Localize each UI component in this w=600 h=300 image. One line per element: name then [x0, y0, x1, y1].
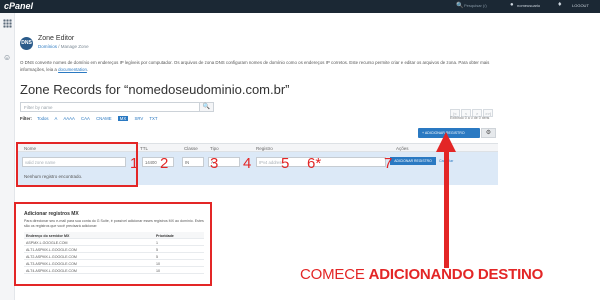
col-ttl: TTL — [140, 146, 149, 151]
documentation-link[interactable]: documentation — [58, 67, 87, 72]
col-actions: Ações — [396, 146, 409, 151]
filter-mx[interactable]: MX — [117, 116, 129, 121]
caption-prefix: COMECE — [300, 266, 369, 283]
breadcrumb: Domínios / Manage Zone — [38, 44, 89, 49]
col-record: Registro — [256, 146, 273, 151]
users-icon[interactable]: ☺ — [3, 53, 11, 62]
ttl-field[interactable]: 14400 — [142, 157, 174, 167]
page-description: O DNS converte nomes de domínio em ender… — [20, 60, 490, 72]
filter-cname[interactable]: CNAME — [96, 116, 112, 121]
save-record-button[interactable]: ADICIONAR REGISTRO — [390, 157, 436, 165]
type-filter: Filter: Todos A AAAA CAA CNAME MX SRV TX… — [20, 116, 162, 121]
filter-txt[interactable]: TXT — [149, 116, 157, 121]
annotation-number-6: 6* — [307, 155, 322, 172]
annotation-box-mx — [14, 202, 212, 286]
annotation-number-3: 3 — [210, 155, 219, 172]
breadcrumb-current: Manage Zone — [60, 44, 89, 49]
left-rail: ☺ — [0, 13, 15, 300]
filter-all[interactable]: Todos — [37, 116, 48, 121]
search-button[interactable]: 🔍 — [199, 102, 214, 112]
screenshot: cPanel 🔍 Pesquisar (/) ● nomeusuario ♦ L… — [0, 0, 600, 300]
filter-caa[interactable]: CAA — [81, 116, 90, 121]
grid-icon[interactable] — [3, 19, 12, 28]
breadcrumb-domains[interactable]: Domínios — [38, 44, 57, 49]
description-text: O DNS converte nomes de domínio em ender… — [20, 60, 490, 72]
filter-aaaa[interactable]: AAAA — [63, 116, 74, 121]
user-icon[interactable]: ● — [510, 2, 514, 8]
filter-label: Filter: — [20, 116, 32, 121]
top-bar: cPanel 🔍 Pesquisar (/) ● nomeusuario ♦ L… — [0, 0, 600, 13]
caption-strong: ADICIONANDO DESTINO — [368, 266, 544, 283]
annotation-arrow-head — [436, 132, 456, 152]
annotation-number-1: 1 — [130, 155, 139, 172]
filter-input[interactable]: Filter by name — [20, 102, 200, 112]
cpanel-logo[interactable]: cPanel — [4, 1, 33, 11]
col-type: Tipo — [210, 146, 219, 151]
search-input[interactable]: Pesquisar (/) — [464, 3, 487, 8]
page-title: Zone Editor — [38, 35, 75, 42]
bell-icon[interactable]: ♦ — [558, 1, 562, 8]
annotation-arrow — [444, 150, 449, 268]
zone-editor-icon: DNS — [20, 37, 33, 50]
class-select[interactable]: IN — [182, 157, 204, 167]
gear-icon[interactable]: ⚙ — [481, 128, 496, 138]
annotation-caption: COMECE ADICIONANDO DESTINO — [300, 266, 543, 283]
annotation-number-4: 4 — [243, 155, 252, 172]
col-class: Classe — [184, 146, 198, 151]
pager-info: Exibindo 0 a 0 de 0 itens — [450, 116, 490, 120]
annotation-number-5: 5 — [281, 155, 290, 172]
filter-a[interactable]: A — [55, 116, 58, 121]
annotation-number-2: 2 — [160, 155, 169, 172]
search-icon[interactable]: 🔍 — [456, 2, 463, 9]
filter-srv[interactable]: SRV — [134, 116, 143, 121]
annotation-number-7: 7 — [384, 155, 393, 172]
logout-link[interactable]: LOGOUT — [572, 3, 589, 8]
zone-records-title: Zone Records for “nomedoseudominio.com.b… — [20, 82, 290, 97]
annotation-box-name — [16, 142, 138, 187]
user-menu[interactable]: nomeusuario — [517, 3, 540, 8]
